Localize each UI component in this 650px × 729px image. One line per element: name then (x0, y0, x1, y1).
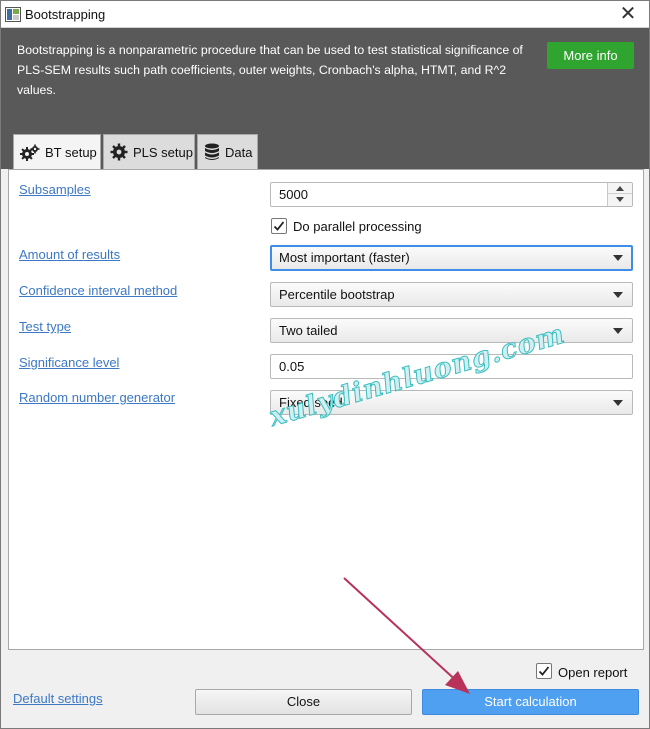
random-number-generator-label[interactable]: Random number generator (19, 390, 175, 405)
amount-of-results-select[interactable]: Most important (faster) (270, 245, 633, 271)
checkmark-icon (273, 221, 285, 231)
default-settings-link[interactable]: Default settings (13, 691, 103, 706)
app-icon (5, 7, 21, 22)
window-title: Bootstrapping (25, 7, 106, 22)
checkmark-icon (538, 666, 550, 676)
random-number-generator-select[interactable]: Fixed seed (270, 390, 633, 415)
open-report-checkbox[interactable] (536, 663, 552, 679)
chevron-down-icon (613, 328, 623, 334)
subsamples-value: 5000 (279, 187, 308, 202)
close-button[interactable]: Close (195, 689, 412, 715)
parallel-processing-checkbox[interactable] (271, 218, 287, 234)
tab-bt-setup[interactable]: BT setup (13, 134, 101, 170)
description-text: Bootstrapping is a nonparametric procedu… (17, 43, 523, 97)
parallel-processing-label: Do parallel processing (293, 219, 422, 234)
test-type-value: Two tailed (279, 323, 338, 338)
tab-pls-setup[interactable]: PLS setup (103, 134, 195, 169)
significance-level-value: 0.05 (279, 359, 305, 374)
test-type-label[interactable]: Test type (19, 319, 71, 334)
confidence-interval-method-value: Percentile bootstrap (279, 287, 395, 302)
random-number-generator-value: Fixed seed (279, 395, 343, 410)
tab-label: PLS setup (133, 144, 193, 160)
more-info-button[interactable]: More info (547, 42, 634, 69)
title-bar: Bootstrapping ✕ (1, 1, 649, 28)
confidence-interval-method-select[interactable]: Percentile bootstrap (270, 282, 633, 307)
bt-setup-panel: Subsamples 5000 Do parallel processing A… (8, 169, 644, 650)
test-type-select[interactable]: Two tailed (270, 318, 633, 343)
subsamples-stepper[interactable]: 5000 (270, 182, 633, 207)
confidence-interval-method-label[interactable]: Confidence interval method (19, 283, 177, 298)
chevron-down-icon (613, 292, 623, 298)
start-calculation-button[interactable]: Start calculation (422, 689, 639, 715)
chevron-down-icon (613, 400, 623, 406)
close-icon[interactable]: ✕ (617, 3, 639, 25)
spinner (607, 183, 632, 206)
decrement-button[interactable] (608, 194, 632, 205)
tab-label: Data (225, 144, 253, 160)
subsamples-label[interactable]: Subsamples (19, 182, 91, 197)
gear-icon (110, 143, 128, 161)
database-icon (205, 143, 219, 160)
significance-level-label[interactable]: Significance level (19, 355, 119, 370)
tab-data[interactable]: Data (197, 134, 258, 169)
increment-button[interactable] (608, 183, 632, 194)
gears-icon (20, 144, 40, 161)
description-header: Bootstrapping is a nonparametric procedu… (1, 28, 649, 170)
tab-label: BT setup (45, 145, 97, 160)
amount-of-results-label[interactable]: Amount of results (19, 247, 120, 262)
amount-of-results-value: Most important (faster) (279, 250, 410, 265)
bootstrapping-dialog: Bootstrapping ✕ Bootstrapping is a nonpa… (0, 0, 650, 729)
chevron-down-icon (613, 255, 623, 261)
significance-level-input[interactable]: 0.05 (270, 354, 633, 379)
open-report-label: Open report (558, 665, 628, 680)
